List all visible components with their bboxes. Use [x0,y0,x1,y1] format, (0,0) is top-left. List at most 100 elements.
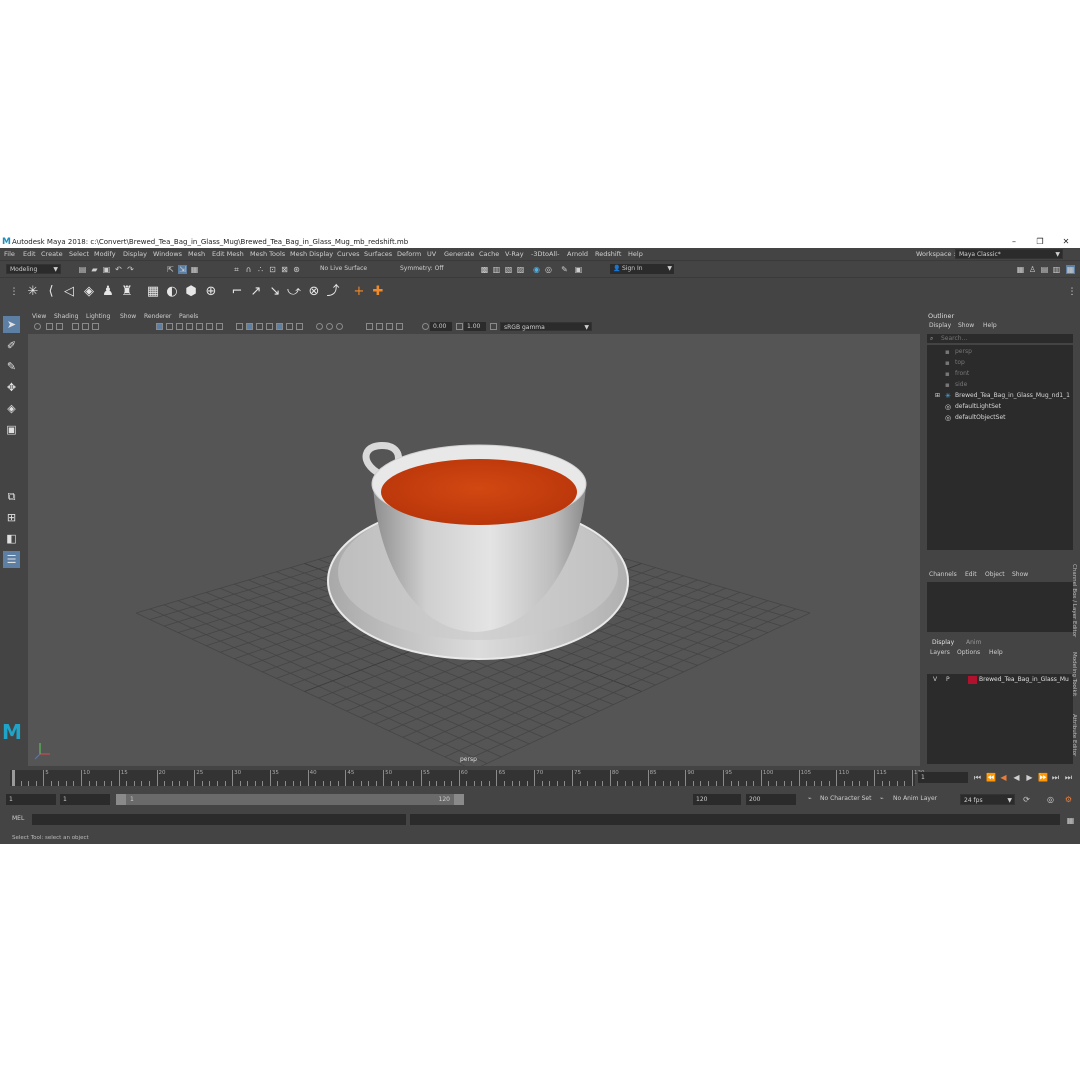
workspace-dropdown[interactable]: Maya Classic* ▼ [955,249,1063,259]
channel-menu-channels[interactable]: Channels [929,571,957,578]
play-backward-icon[interactable]: ◀ [1012,773,1021,782]
set-breakdown-icon[interactable]: ↗ [248,284,264,300]
ik-spline-icon[interactable]: ◁ [61,284,77,300]
blend-shape-icon[interactable]: ◐ [164,284,180,300]
menu-windows[interactable]: Windows [153,248,182,260]
layer-playback-toggle[interactable]: P [946,676,950,683]
script-editor-icon[interactable]: ▦ [1066,816,1075,825]
open-scene-icon[interactable]: ▰ [90,265,99,274]
redshift-icon[interactable]: ◉ [532,265,541,274]
select-object-icon[interactable]: ⇲ [178,265,187,274]
symmetry-label[interactable]: Symmetry: Off [400,264,443,274]
step-back-key-icon[interactable]: ⏪ [986,773,996,782]
layer-color-swatch[interactable] [968,676,977,684]
go-to-end-icon[interactable]: ⏭ [1064,773,1073,782]
select-hierarchy-icon[interactable]: ⇱ [166,265,175,274]
range-handle-right[interactable] [454,794,464,805]
snap-grid-icon[interactable]: ⌗ [232,265,241,274]
single-perspective-icon[interactable]: ⧉ [3,488,20,505]
auto-key-icon[interactable]: ◎ [1046,795,1055,804]
tool-settings-icon[interactable]: ▥ [1052,265,1061,274]
gate-mask-icon[interactable] [186,323,193,330]
skeleton-icon[interactable]: ♜ [119,284,135,300]
tab-anim[interactable]: Anim [966,639,981,646]
hypershade-icon[interactable]: ◎ [544,265,553,274]
minimize-button[interactable]: – [1002,236,1026,248]
isolate-select-icon[interactable] [366,323,373,330]
outliner-menu-display[interactable]: Display [929,322,951,329]
paint-select-icon[interactable]: ✎ [3,358,20,375]
use-all-lights-icon[interactable] [286,323,293,330]
humanik-icon[interactable]: ♟ [100,284,116,300]
tab-display[interactable]: Display [932,639,954,646]
bookmarks-icon[interactable] [56,323,63,330]
range-slider-bar[interactable]: 1 120 [116,794,464,805]
2d-pan-zoom-icon[interactable] [82,323,89,330]
menu-deform[interactable]: Deform [397,248,421,260]
render-settings-icon[interactable]: ▨ [516,265,525,274]
menu-display[interactable]: Display [123,248,147,260]
orient-constraint-icon[interactable]: ⤴ [325,284,341,300]
menu-mesh[interactable]: Mesh [188,248,205,260]
camera-attributes-icon[interactable] [46,323,53,330]
wireframe-on-shaded-icon[interactable] [276,323,283,330]
channel-menu-show[interactable]: Show [1012,571,1028,578]
menu-select[interactable]: Select [69,248,89,260]
menu-uv[interactable]: UV [427,248,436,260]
menu-curves[interactable]: Curves [337,248,360,260]
outliner-layout-icon[interactable]: ☰ [3,551,20,568]
grid-toggle-icon[interactable] [156,323,163,330]
select-tool-icon[interactable]: ➤ [3,316,20,333]
animation-prefs-icon[interactable]: ⚙ [1064,795,1073,804]
redo-icon[interactable]: ↷ [126,265,135,274]
shadows-icon[interactable] [296,323,303,330]
close-button[interactable]: ✕ [1054,236,1078,248]
menu-generate[interactable]: Generate [444,248,474,260]
wrap-icon[interactable]: ⊕ [203,284,219,300]
go-to-start-icon[interactable]: ⏮ [973,773,982,782]
move-tool-icon[interactable]: ✥ [3,379,20,396]
grease-pencil-icon[interactable] [92,323,99,330]
expand-icon[interactable]: ⊞ [935,392,940,399]
viewport-menu-renderer[interactable]: Renderer [144,312,171,322]
film-gate-icon[interactable] [166,323,173,330]
viewport-menu-view[interactable]: View [32,312,46,322]
playback-start-field[interactable]: 1 [60,794,110,805]
menu-help[interactable]: Help [628,248,643,260]
snap-surface-icon[interactable]: ⊠ [280,265,289,274]
character-set-label[interactable]: No Character Set [820,795,871,802]
undo-icon[interactable]: ↶ [114,265,123,274]
viewport-menu-lighting[interactable]: Lighting [86,312,110,322]
step-back-frame-icon[interactable]: ◀ [999,773,1008,782]
select-camera-icon[interactable] [34,323,41,330]
gamma-field[interactable]: 1.00 [464,322,486,331]
menu-3dtoall[interactable]: -3DtoAll- [531,248,559,260]
cluster-icon[interactable]: ⬢ [183,284,199,300]
menu-modify[interactable]: Modify [94,248,116,260]
side-tab-attribute-editor[interactable]: Attribute Editor [1071,714,1077,756]
save-scene-icon[interactable]: ▣ [102,265,111,274]
attribute-editor-icon[interactable]: ▤ [1040,265,1049,274]
rotate-tool-icon[interactable]: ◈ [3,400,20,417]
animation-end-field[interactable]: 200 [746,794,796,805]
viewport-menu-shading[interactable]: Shading [54,312,78,322]
safe-action-icon[interactable] [206,323,213,330]
snap-point-icon[interactable]: ∴ [256,265,265,274]
scale-tool-icon[interactable]: ▣ [3,421,20,438]
menu-vray[interactable]: V-Ray [505,248,524,260]
viewport-menu-show[interactable]: Show [120,312,136,322]
bind-skin-icon[interactable]: ◈ [81,284,97,300]
character-controls-icon[interactable]: ♙ [1028,265,1037,274]
screen-space-ao-icon[interactable] [316,323,323,330]
field-chart-icon[interactable] [196,323,203,330]
sign-in-button[interactable]: 👤 Sign In ▼ [610,264,674,274]
outliner-menu-show[interactable]: Show [958,322,974,329]
side-tab-channel-box[interactable]: Channel Box / Layer Editor [1071,564,1077,637]
loop-icon[interactable]: ⟳ [1022,795,1031,804]
render-view-icon[interactable]: ▩ [480,265,489,274]
two-view-icon[interactable]: ◧ [3,530,20,547]
snap-view-icon[interactable]: ⊡ [268,265,277,274]
command-language[interactable]: MEL [12,815,24,822]
backface-culling-icon[interactable] [396,323,403,330]
modeling-toolkit-icon[interactable]: ▦ [1016,265,1025,274]
